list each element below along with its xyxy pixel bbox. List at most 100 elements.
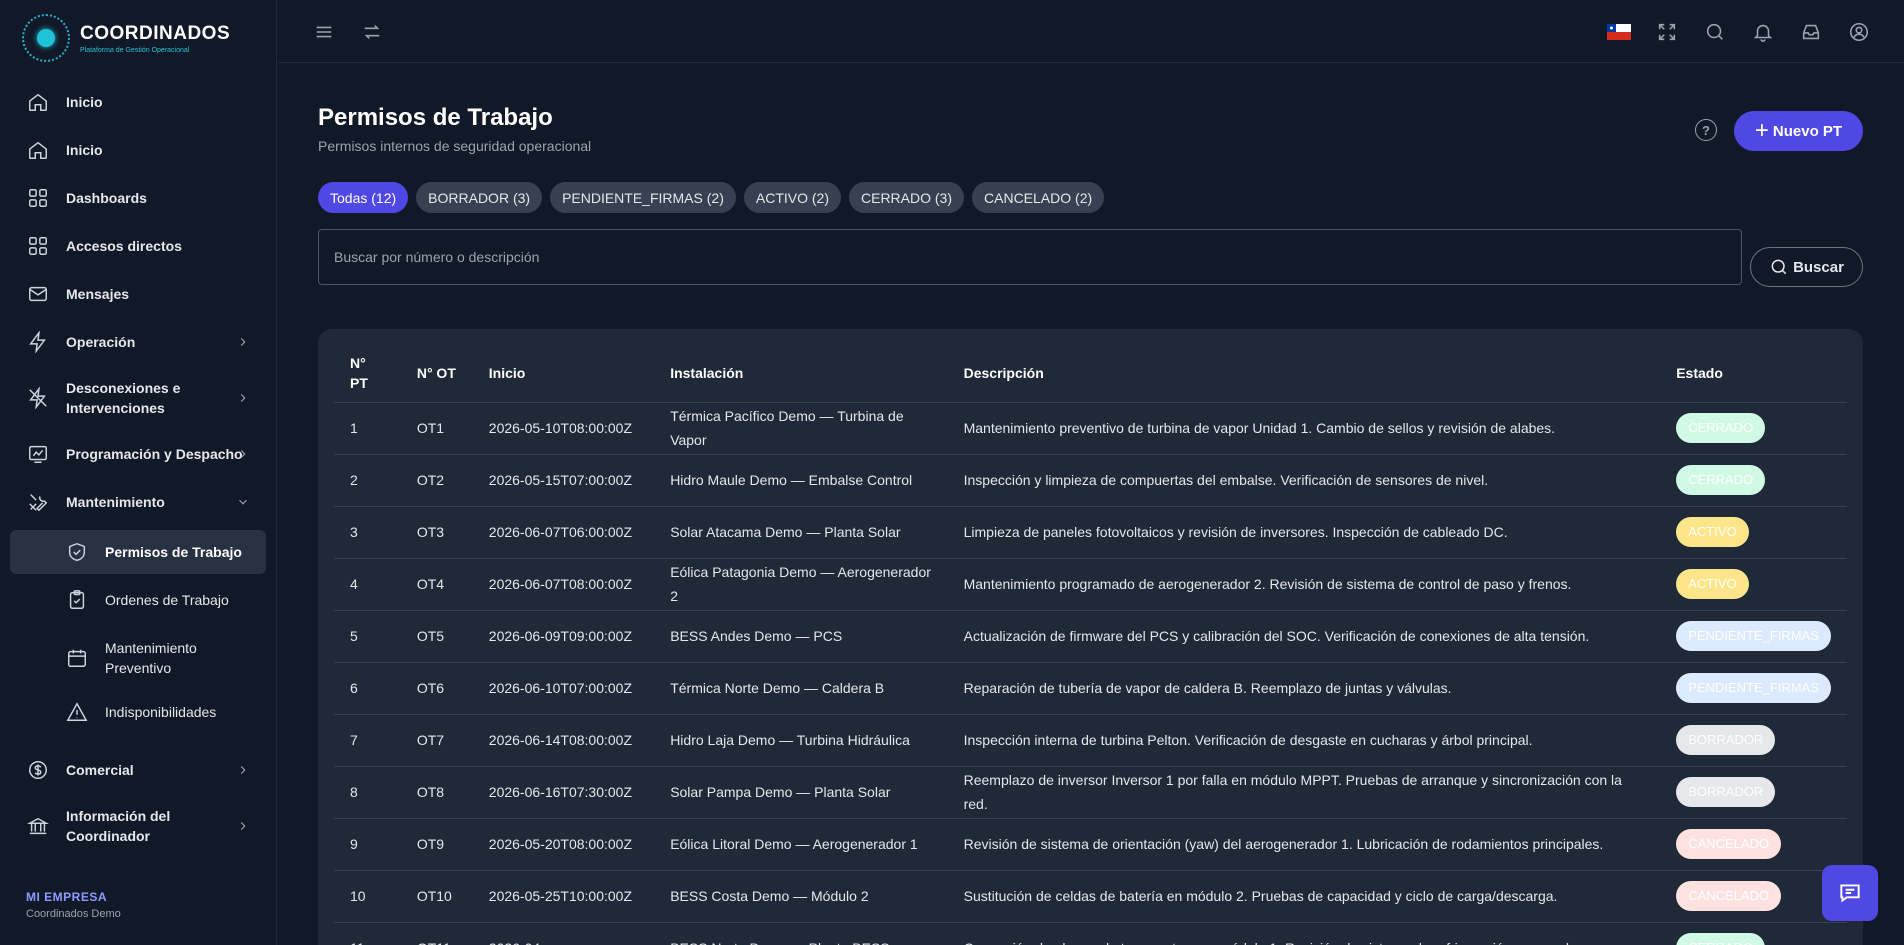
table-row[interactable]: 4 OT4 2026-06-07T08:00:00Z Eólica Patagonia… xyxy=(334,558,1847,611)
cell-inicio: 2026-06-14T08:00:00Z xyxy=(472,714,655,767)
chat-button[interactable] xyxy=(1822,865,1878,921)
inbox-icon[interactable] xyxy=(1798,19,1824,45)
cell-ot: OT6 xyxy=(400,662,473,715)
cell-ot: OT10 xyxy=(400,870,473,923)
sidebar-item-accesos[interactable]: Accesos directos xyxy=(10,226,266,266)
sidebar-item-label: Mantenimiento xyxy=(66,494,165,510)
cell-estado: PENDIENTE_FIRMAS xyxy=(1660,662,1847,715)
table-row[interactable]: 7 OT7 2026-06-14T08:00:00Z Hidro Laja Demo … xyxy=(334,714,1847,767)
grid-icon xyxy=(26,234,50,258)
col-header-estado[interactable]: Estado xyxy=(1660,345,1847,403)
search-button[interactable]: Buscar xyxy=(1750,247,1863,287)
cell-estado: CANCELADO xyxy=(1660,818,1847,871)
col-header-ot[interactable]: N° OT xyxy=(400,345,473,403)
status-badge: CANCELADO xyxy=(1676,881,1782,911)
cell-estado: CERRADO xyxy=(1660,454,1847,507)
table-row[interactable]: 8 OT8 2026-06-16T07:30:00Z Solar Pampa Demo… xyxy=(334,766,1847,819)
sidebar-item-label: Programación y Despacho xyxy=(66,446,243,462)
chevron-right-icon xyxy=(236,447,250,461)
cell-descripcion: Corrección de alarma de temperatura en m… xyxy=(947,922,1661,945)
user-icon[interactable] xyxy=(1846,19,1872,45)
search-icon[interactable] xyxy=(1702,19,1728,45)
table-row[interactable]: 1 OT1 2026-05-10T08:00:00Z Térmica Pacífico… xyxy=(334,402,1847,455)
table-row[interactable]: 3 OT3 2026-06-07T06:00:00Z Solar Atacama De… xyxy=(334,506,1847,559)
sidebar-subitem-ordenes[interactable]: Ordenes de Trabajo xyxy=(10,578,266,622)
sidebar-subitem-label: Permisos de Trabajo xyxy=(105,544,242,560)
brand-name: COORDINADOS xyxy=(80,22,231,44)
clipboard-icon xyxy=(65,588,89,612)
sidebar-item-label: Inicio xyxy=(66,142,103,158)
brand[interactable]: COORDINADOS Plataforma de Gestión Operac… xyxy=(22,14,230,62)
col-header-inicio[interactable]: Inicio xyxy=(472,345,655,403)
sidebar-subitem-label: Indisponibilidades xyxy=(105,704,217,720)
filter-chip-cancelado[interactable]: CANCELADO (2) xyxy=(972,182,1105,213)
cell-descripcion: Mantenimiento preventivo de turbina de v… xyxy=(947,402,1661,455)
cell-estado: CANCELADO xyxy=(1660,870,1847,923)
table-header-row: N° PT N° OT Inicio Instalación Descripci… xyxy=(334,345,1847,403)
sidebar-item-inicio-2[interactable]: Inicio xyxy=(10,130,266,170)
status-badge: BORRADOR xyxy=(1676,725,1776,755)
col-header-descripcion[interactable]: Descripción xyxy=(947,345,1661,403)
cell-inicio: 2026-06-09T09:00:00Z xyxy=(472,610,655,663)
cell-instalacion: BESS Norte Demo — Planta BESS xyxy=(654,922,948,945)
flag-chile-icon[interactable] xyxy=(1606,19,1632,45)
col-header-pt[interactable]: N° PT xyxy=(334,345,401,403)
sidebar-item-programacion[interactable]: Programación y Despacho xyxy=(10,434,266,474)
company-name: MI EMPRESA xyxy=(26,890,108,904)
filter-chip-pendiente[interactable]: PENDIENTE_FIRMAS (2) xyxy=(550,182,736,213)
cell-pt: 1 xyxy=(334,402,401,455)
table-row[interactable]: 11OT112026-04-BESS Norte Demo — Planta B… xyxy=(334,922,1847,945)
cell-pt: 7 xyxy=(334,714,401,767)
cell-estado: ACTIVO xyxy=(1660,506,1847,559)
cell-pt: 5 xyxy=(334,610,401,663)
table-row[interactable]: 9 OT9 2026-05-20T08:00:00Z Eólica Litoral D… xyxy=(334,818,1847,871)
table-row[interactable]: 2 OT2 2026-05-15T07:00:00Z Hidro Maule Demo… xyxy=(334,454,1847,507)
status-badge: BORRADOR xyxy=(1676,777,1776,807)
cell-pt: 10 xyxy=(334,870,401,923)
chevron-right-icon xyxy=(236,763,250,777)
sidebar-subitem-permisos[interactable]: Permisos de Trabajo xyxy=(10,530,266,574)
sidebar-item-informacion[interactable]: Información del Coordinador xyxy=(10,802,266,850)
filter-chip-todas[interactable]: Todas (12) xyxy=(318,182,409,213)
sidebar-item-comercial[interactable]: Comercial xyxy=(10,750,266,790)
cell-instalacion: BESS Andes Demo — PCS xyxy=(654,610,948,663)
cell-inicio: 2026-06-07T06:00:00Z xyxy=(472,506,655,559)
sidebar-item-desconexiones[interactable]: Desconexiones e Intervenciones xyxy=(10,374,266,422)
search-icon xyxy=(1771,259,1787,275)
sidebar-item-label: Desconexiones e Intervenciones xyxy=(66,380,181,416)
cell-pt: 9 xyxy=(334,818,401,871)
new-pt-button[interactable]: + Nuevo PT xyxy=(1734,111,1863,151)
company-sub: Coordinados Demo xyxy=(26,908,121,920)
cell-ot: OT4 xyxy=(400,558,473,611)
cell-inicio: 2026-06-07T08:00:00Z xyxy=(472,558,655,611)
sidebar-item-label: Comercial xyxy=(66,762,134,778)
help-icon[interactable]: ? xyxy=(1695,119,1717,141)
fullscreen-icon[interactable] xyxy=(1654,19,1680,45)
table-row[interactable]: 6 OT6 2026-06-10T07:00:00Z Térmica Norte De… xyxy=(334,662,1847,715)
sidebar-subitem-preventivo[interactable]: Mantenimiento Preventivo xyxy=(10,634,266,682)
swap-icon[interactable] xyxy=(359,19,385,45)
col-header-instalacion[interactable]: Instalación xyxy=(654,345,948,403)
bolt-icon xyxy=(26,330,50,354)
bell-icon[interactable] xyxy=(1750,19,1776,45)
cell-inicio: 2026-04- xyxy=(472,922,655,945)
menu-icon[interactable] xyxy=(311,19,337,45)
filter-chip-borrador[interactable]: BORRADOR (3) xyxy=(416,182,543,213)
cell-ot: OT2 xyxy=(400,454,473,507)
table-row[interactable]: 5 OT5 2026-06-09T09:00:00Z BESS Andes Demo … xyxy=(334,610,1847,663)
cell-inicio: 2026-05-15T07:00:00Z xyxy=(472,454,655,507)
cell-inicio: 2026-06-10T07:00:00Z xyxy=(472,662,655,715)
filter-chip-cerrado[interactable]: CERRADO (3) xyxy=(849,182,965,213)
search-input[interactable] xyxy=(318,229,1742,285)
sidebar-item-dashboards[interactable]: Dashboards xyxy=(10,178,266,218)
sidebar-item-label: Dashboards xyxy=(66,190,147,206)
chevron-right-icon xyxy=(236,819,250,833)
sidebar-item-mantenimiento[interactable]: Mantenimiento xyxy=(10,482,266,522)
table-row[interactable]: 10 OT10 2026-05-25T10:00:00Z BESS Costa Dem… xyxy=(334,870,1847,923)
sidebar-item-mensajes[interactable]: Mensajes xyxy=(10,274,266,314)
sidebar-item-operacion[interactable]: Operación xyxy=(10,322,266,362)
sidebar-subitem-indisponibilidades[interactable]: Indisponibilidades xyxy=(10,690,266,734)
filter-chip-activo[interactable]: ACTIVO (2) xyxy=(743,182,841,213)
home-icon xyxy=(26,138,50,162)
sidebar-item-inicio[interactable]: Inicio xyxy=(10,82,266,122)
